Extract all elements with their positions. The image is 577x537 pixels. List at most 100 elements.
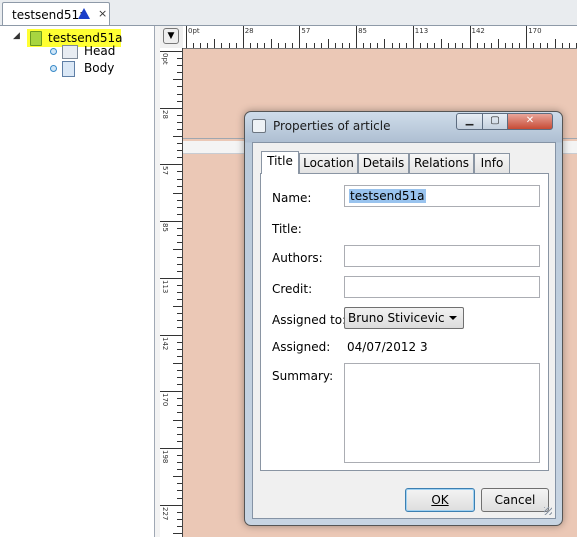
ruler-tick <box>177 58 182 60</box>
ruler-tick <box>313 43 315 48</box>
ruler-tick <box>193 43 195 48</box>
ruler-tick <box>177 114 182 116</box>
authors-field[interactable] <box>344 245 540 267</box>
close-button[interactable]: ✕ <box>507 113 553 130</box>
close-tab-icon[interactable]: × <box>98 7 107 20</box>
ruler-tick <box>384 39 386 48</box>
assigned-value: 04/07/2012 3 <box>347 340 428 354</box>
ruler-label: 142 <box>471 27 485 35</box>
ruler-label: 85 <box>161 223 169 233</box>
ruler-label: 198 <box>161 449 169 464</box>
ruler-tick <box>177 65 182 67</box>
ruler-tick <box>160 277 182 279</box>
ruler-tick <box>177 284 182 286</box>
ruler-menu-button[interactable]: ▼ <box>163 28 179 44</box>
assigned-label: Assigned: <box>272 340 331 354</box>
document-tab-strip: testsend51a × <box>0 0 577 26</box>
ruler-tick <box>512 43 514 48</box>
ruler-tick <box>160 447 182 449</box>
ruler-tick <box>207 43 209 48</box>
ruler-tick <box>469 26 471 48</box>
ruler-tick <box>177 412 182 414</box>
ruler-tick <box>434 43 436 48</box>
ruler-label: 113 <box>414 27 429 35</box>
tree-item-body[interactable]: Body <box>50 60 150 78</box>
ruler-label: 113 <box>161 279 169 294</box>
collapse-triangle-icon[interactable]: ◢ <box>13 31 20 41</box>
ruler-tick <box>177 320 182 322</box>
ruler-tick <box>256 43 258 48</box>
ruler-tick <box>249 43 251 48</box>
ruler-tick <box>177 462 182 464</box>
ruler-tick <box>160 504 182 506</box>
ruler-label: 0pt <box>188 27 200 35</box>
ruler-tick <box>173 136 182 138</box>
ok-button[interactable]: OK <box>405 488 475 512</box>
ruler-tick <box>173 532 182 534</box>
ruler-tick <box>568 43 570 48</box>
properties-dialog: Properties of article ▁ ▢ ✕ Title Locati… <box>244 111 563 526</box>
resize-grip-icon[interactable] <box>544 507 552 515</box>
ruler-tick <box>412 26 414 48</box>
ruler-tick <box>177 384 182 386</box>
tab-relations[interactable]: Relations <box>409 153 474 173</box>
ruler-tick <box>363 43 365 48</box>
document-tab[interactable]: testsend51a × <box>2 2 110 25</box>
summary-field[interactable] <box>344 363 540 463</box>
maximize-button[interactable]: ▢ <box>482 113 508 130</box>
ruler-tick <box>177 128 182 130</box>
ruler-tick <box>177 454 182 456</box>
tab-info[interactable]: Info <box>474 153 510 173</box>
ruler-label: 0pt <box>161 53 169 65</box>
assigned-to-value: Bruno Stivicevic <box>348 311 445 325</box>
ruler-tick <box>177 100 182 102</box>
ruler-tick <box>177 426 182 428</box>
ruler-tick <box>526 26 528 48</box>
tab-title[interactable]: Title <box>261 151 299 174</box>
body-page-icon <box>62 61 75 77</box>
tab-details[interactable]: Details <box>358 153 409 173</box>
ruler-tick <box>490 43 492 48</box>
ruler-tick <box>292 43 294 48</box>
ruler-tick <box>299 26 301 48</box>
ruler-tick <box>177 86 182 88</box>
ruler-tick <box>278 43 280 48</box>
ruler-tick <box>391 43 393 48</box>
credit-field[interactable] <box>344 276 540 298</box>
name-field[interactable]: testsend51a <box>344 185 540 207</box>
ruler-tick <box>177 469 182 471</box>
tree-item-label: Head <box>84 44 116 58</box>
ruler-tick <box>177 440 182 442</box>
document-tab-label: testsend51a <box>12 8 87 22</box>
ruler-tick <box>177 327 182 329</box>
ruler-tick <box>561 43 563 48</box>
minimize-button[interactable]: ▁ <box>456 113 483 130</box>
assigned-to-dropdown[interactable]: Bruno Stivicevic <box>344 307 464 329</box>
ruler-tick <box>177 157 182 159</box>
ruler-tick <box>398 43 400 48</box>
ruler-tick <box>177 206 182 208</box>
ruler-corner: ▼ <box>161 27 181 47</box>
app-icon <box>252 119 266 133</box>
ruler-tick <box>177 433 182 435</box>
ruler-tick <box>242 26 244 48</box>
ruler-tick <box>177 355 182 357</box>
ruler-tick <box>177 199 182 201</box>
ruler-tick <box>177 398 182 400</box>
article-tree: ◢ testsend51a Head Body <box>0 26 155 537</box>
tab-location[interactable]: Location <box>299 153 358 173</box>
ruler-tick <box>285 43 287 48</box>
ruler-tick <box>462 43 464 48</box>
ruler-tick <box>214 39 216 48</box>
ruler-tick <box>173 362 182 364</box>
credit-label: Credit: <box>272 282 313 296</box>
ruler-tick <box>177 348 182 350</box>
ruler-label: 170 <box>161 393 169 407</box>
ruler-tick <box>177 270 182 272</box>
ruler-tick <box>177 235 182 237</box>
cancel-button[interactable]: Cancel <box>481 488 549 512</box>
summary-label: Summary: <box>272 369 334 383</box>
ruler-tick <box>426 43 428 48</box>
ruler-tick <box>370 43 372 48</box>
tree-item-head[interactable]: Head <box>50 43 150 61</box>
